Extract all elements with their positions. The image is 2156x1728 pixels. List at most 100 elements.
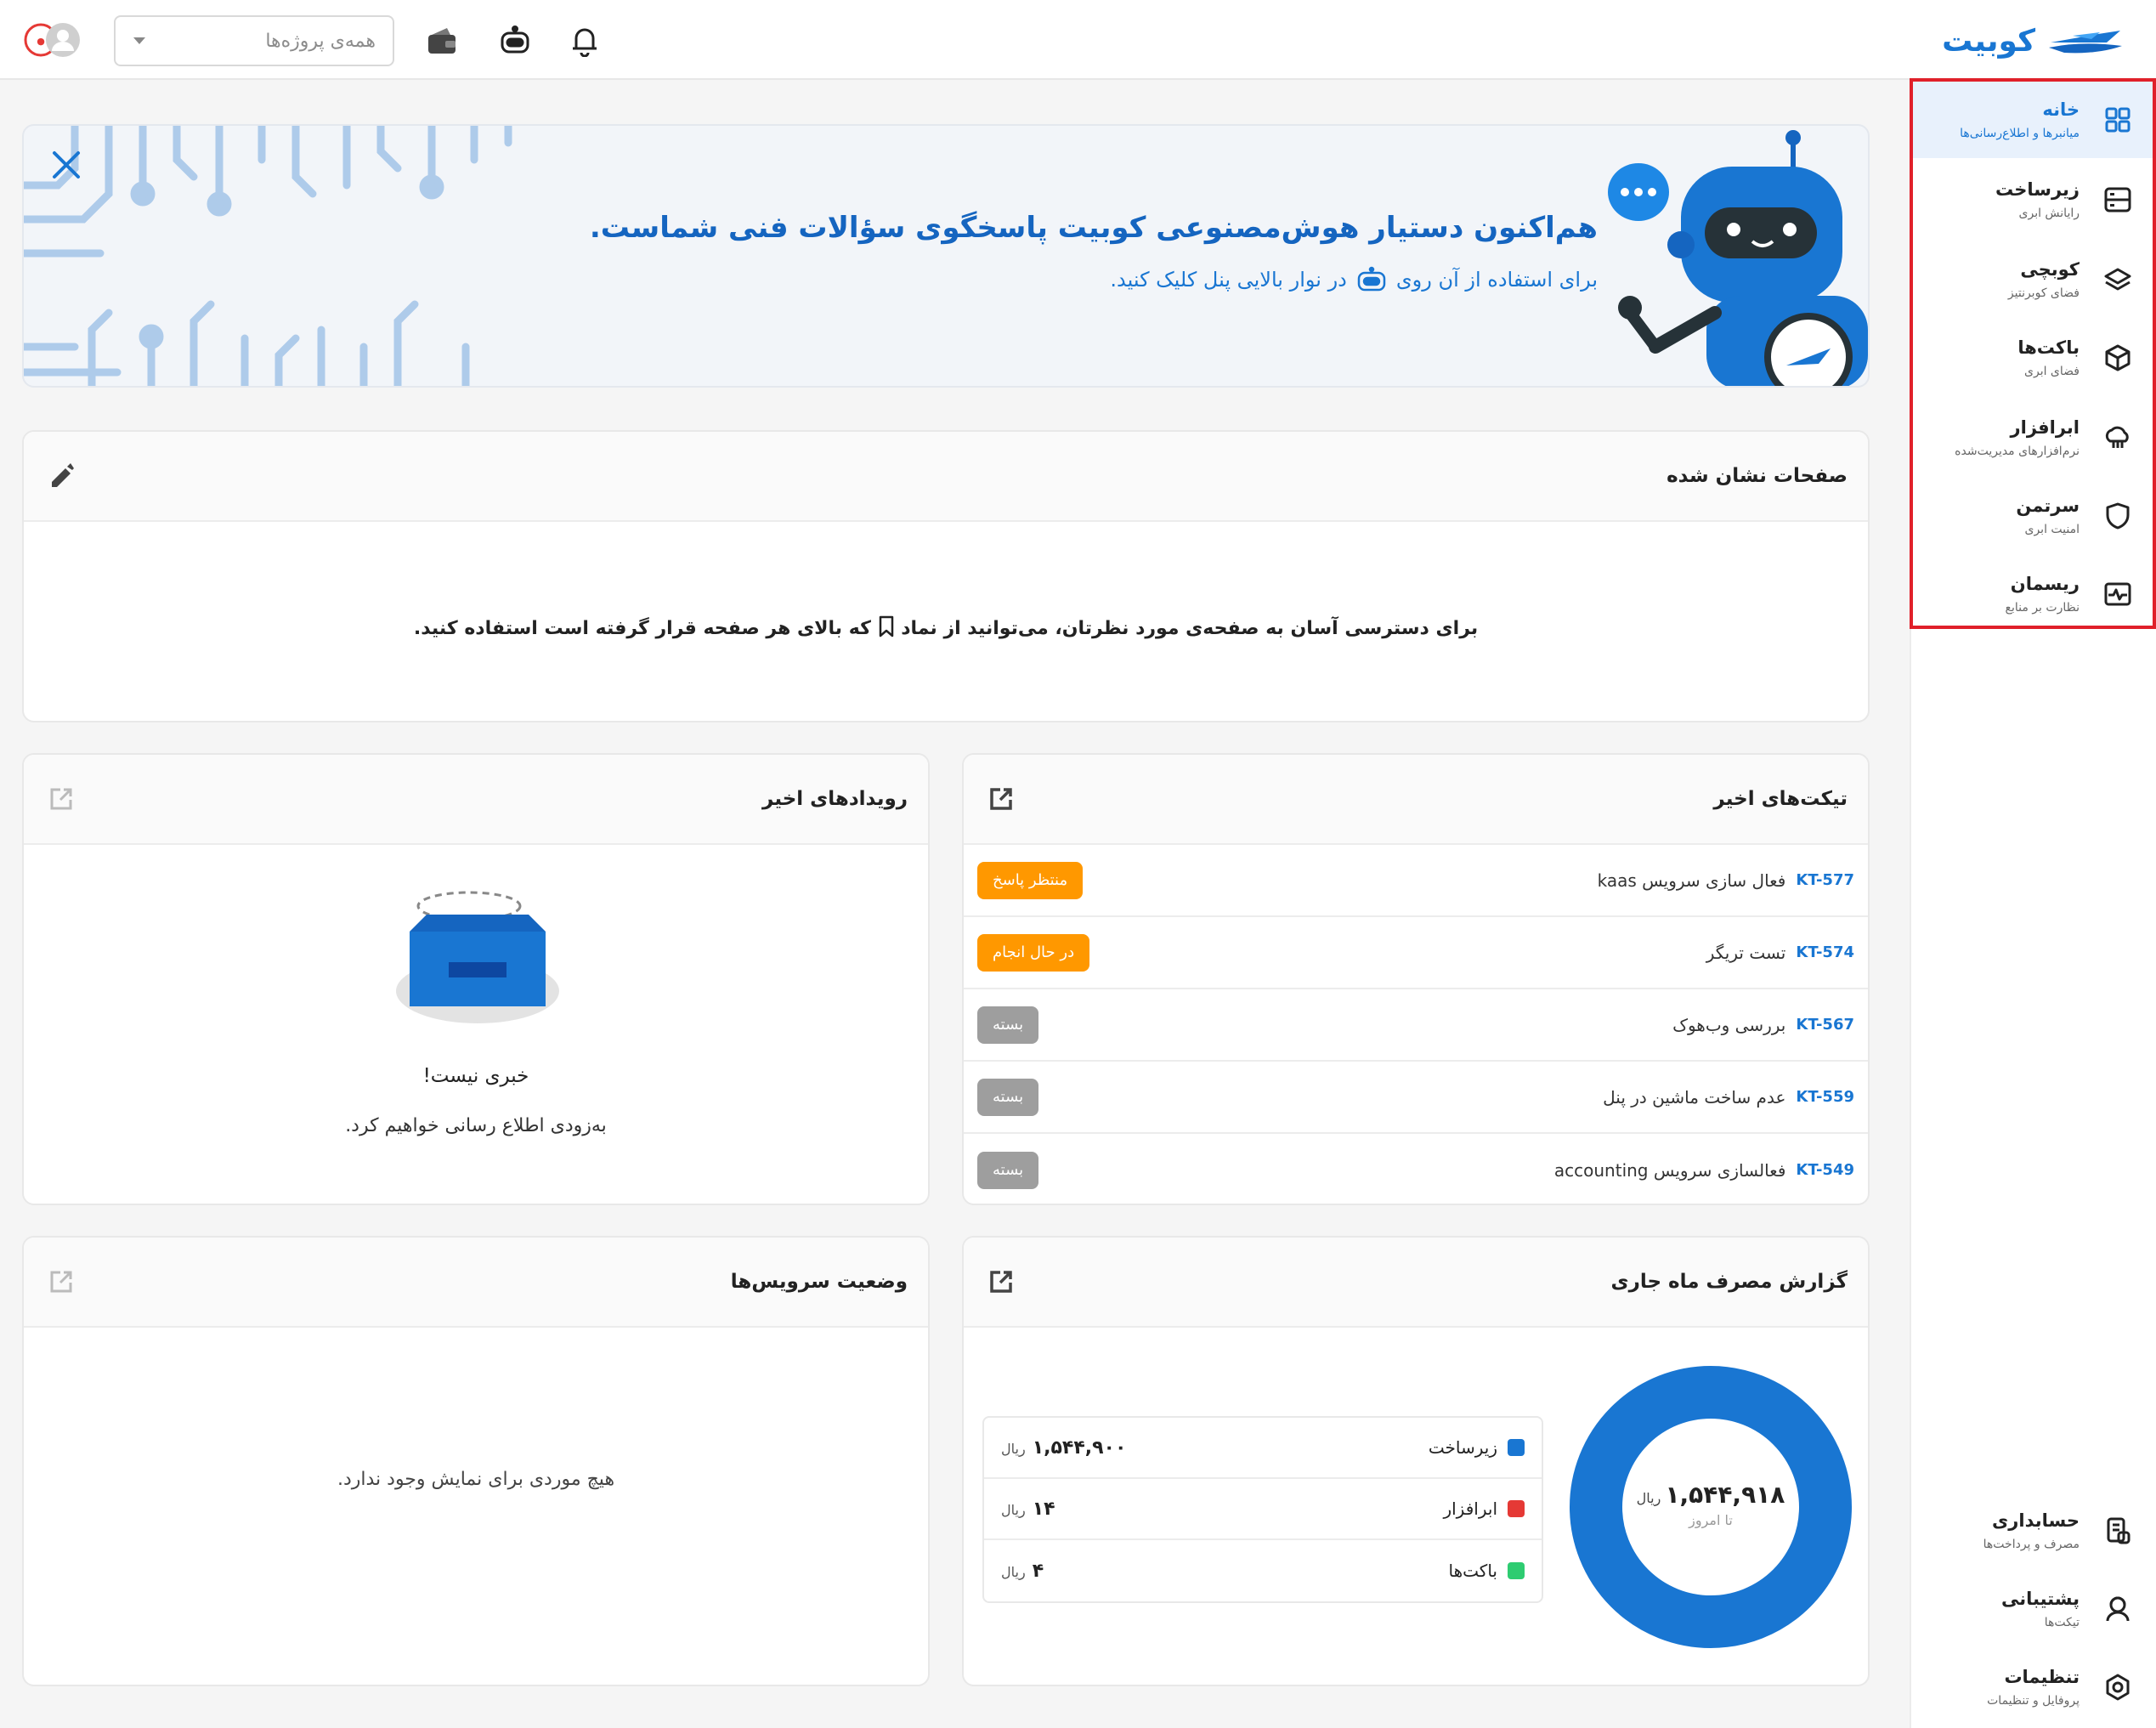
open-tickets-button[interactable] [984,782,1018,816]
ticket-row[interactable]: KT-567 بررسی وب‌هوک بسته [964,989,1868,1062]
sidebar-item-infrastructure[interactable]: زیرساخت رایانش ابری [1913,161,2156,238]
sidebar-item-accounting[interactable]: حسابداری مصرف و پرداخت‌ها [1913,1493,2156,1569]
sidebar-item-sub: تیکت‌ها [2044,1616,2080,1629]
monitor-pulse-icon [2080,556,2156,632]
sidebar-item-sub: فضای ابری [2024,365,2080,378]
sidebar-item-cloudware[interactable]: ابرافزار نرم‌افزارهای مدیریت‌شده [1913,399,2156,476]
sidebar-item-sub: رایانش ابری [2018,207,2080,220]
ticket-row[interactable]: KT-577 فعال سازی سرویس kaas منتظر پاسخ [964,845,1868,917]
card-title: صفحات نشان شده [1667,465,1848,487]
legend-swatch [1508,1439,1525,1456]
open-events-button[interactable] [44,782,78,816]
ticket-row[interactable]: KT-574 تست تریگر در حال انجام [964,917,1868,989]
legend-name: ابرافزار [1443,1499,1525,1519]
open-services-button[interactable] [44,1265,78,1299]
ticket-id[interactable]: KT-567 [1796,1016,1854,1034]
svg-text:●: ● [37,36,45,47]
bookmarks-hint: برای دسترسی آسان به صفحه‌ی مورد نظرتان، … [24,615,1868,639]
sidebar-item-sub: پروفایل و تنظیمات [1987,1694,2080,1708]
dashboard-grid-icon [2080,82,2156,158]
usage-total-unit: ریال [1636,1490,1661,1506]
legend-row: باکت‌ها ۴ ریال [984,1540,1542,1601]
legend-value: ۱۴ ریال [1001,1499,1055,1520]
external-link-icon [50,788,72,810]
ticket-id[interactable]: KT-559 [1796,1088,1854,1106]
app-logo[interactable]: کوبیت [1942,17,2125,65]
bookmarks-card: صفحات نشان شده برای دسترسی آسان به صفحه‌… [22,430,1870,722]
sidebar-item-buckets[interactable]: باکت‌ها فضای ابری [1913,320,2156,396]
usage-legend: زیرساخت ۱,۵۴۴,۹۰۰ ریال ابرافزار ۱۴ ریال … [982,1416,1543,1603]
notification-bell-icon[interactable] [564,20,605,61]
legend-label: ابرافزار [1443,1499,1497,1519]
banner-sub-before: برای استفاده از آن روی [1395,268,1598,292]
wallet-icon[interactable] [422,20,462,61]
legend-swatch [1508,1562,1525,1579]
bookmarks-hint-after: که بالای هر صفحه قرار گرفته است استفاده … [413,618,871,639]
sidebar-item-sub: میانبرها و اطلاع‌رسانی‌ها [1960,127,2080,140]
ticket-title[interactable]: فعالسازی سرویس accounting [1554,1160,1785,1181]
ticket-title[interactable]: تست تریگر [1706,943,1786,963]
circuit-pattern-decoration [24,126,512,386]
ticket-row[interactable]: KT-549 فعالسازی سرویس accounting بسته [964,1134,1868,1204]
ship-logo-icon [2049,31,2122,54]
events-empty-subtitle: به‌زودی اطلاع رسانی خواهیم کرد. [345,1115,607,1136]
ticket-id[interactable]: KT-574 [1796,943,1854,961]
status-badge: بسته [977,1006,1039,1044]
billing-icon [2080,1493,2156,1569]
cube-icon [2080,320,2156,396]
sidebar-item-kubchi[interactable]: کوبچی فضای کوبرنتیز [1913,241,2156,318]
project-select[interactable]: همه‌ی پروژه‌ها [114,15,394,66]
sidebar-item-support[interactable]: پشتیبانی تیکت‌ها [1913,1571,2156,1647]
status-badge: بسته [977,1078,1039,1116]
legend-name: زیرساخت [1429,1437,1525,1458]
shield-icon [2080,478,2156,554]
ai-assistant-robot-icon[interactable] [495,20,535,61]
sidebar-item-settings[interactable]: تنظیمات پروفایل و تنظیمات [1913,1649,2156,1725]
usage-total-caption: تا امروز [1689,1512,1733,1528]
sidebar-item-label: سرتمن [2016,496,2080,516]
ticket-id[interactable]: KT-549 [1796,1161,1854,1179]
services-empty-text: هیچ موردی برای نمایش وجود ندارد. [337,1469,615,1490]
ticket-title[interactable]: فعال سازی سرویس kaas [1598,870,1786,891]
legend-label: زیرساخت [1428,1437,1497,1458]
sidebar-item-label: زیرساخت [1995,179,2080,200]
card-header: وضعیت سرویس‌ها [24,1238,928,1328]
status-badge: در حال انجام [977,933,1090,972]
user-avatar[interactable]: ● [22,20,85,59]
sidebar-item-sertman[interactable]: سرتمن امنیت ابری [1913,478,2156,554]
ticket-title[interactable]: بررسی وب‌هوک [1672,1015,1785,1035]
legend-amount: ۴ [1032,1560,1044,1582]
edit-bookmarks-button[interactable] [44,459,78,493]
ticket-id[interactable]: KT-577 [1796,871,1854,889]
donut-center-label: ۱,۵۴۴,۹۱۸ ریال تا امروز [1569,1481,1853,1528]
logo-text: کوبیت [1942,23,2035,59]
external-link-icon [990,1271,1012,1293]
card-header: رویدادهای اخیر [24,755,928,845]
sidebar-item-risman[interactable]: ریسمان نظارت بر منابع [1913,556,2156,632]
card-title: رویدادهای اخیر [762,788,908,810]
robot-icon [1357,266,1386,292]
close-icon [53,151,80,178]
sidebar-item-label: باکت‌ها [2017,337,2080,358]
legend-amount: ۱۴ [1032,1498,1055,1520]
server-icon [2080,161,2156,238]
sidebar-item-sub: نظارت بر منابع [2005,601,2080,615]
sidebar-item-label: تنظیمات [2004,1667,2080,1687]
close-banner-button[interactable] [49,148,90,189]
open-usage-button[interactable] [984,1265,1018,1299]
banner-title: هم‌اکنون دستیار هوش‌مصنوعی کوبیت پاسخگوی… [589,211,1598,245]
sidebar-item-sub: مصرف و پرداخت‌ها [1983,1538,2080,1551]
bookmark-icon [879,615,893,637]
recent-tickets-card: تیکت‌های اخیر KT-577 فعال سازی سرویس kaa… [962,753,1870,1205]
ticket-row[interactable]: KT-559 عدم ساخت ماشین در پنل بسته [964,1062,1868,1134]
sidebar-item-label: حسابداری [1992,1510,2080,1531]
sidebar-item-label: پشتیبانی [2001,1589,2080,1609]
legend-row: ابرافزار ۱۴ ریال [984,1479,1542,1540]
legend-value: ۱,۵۴۴,۹۰۰ ریال [1001,1437,1126,1459]
chevron-down-icon [133,37,145,44]
bookmarks-hint-before: برای دسترسی آسان به صفحه‌ی مورد نظرتان، … [901,618,1479,639]
sidebar-item-home[interactable]: خانه میانبرها و اطلاع‌رسانی‌ها [1913,82,2156,158]
sidebar-item-label: ابرافزار [2010,417,2080,438]
ticket-title[interactable]: عدم ساخت ماشین در پنل [1603,1087,1785,1108]
ai-assistant-banner: هم‌اکنون دستیار هوش‌مصنوعی کوبیت پاسخگوی… [22,124,1870,388]
